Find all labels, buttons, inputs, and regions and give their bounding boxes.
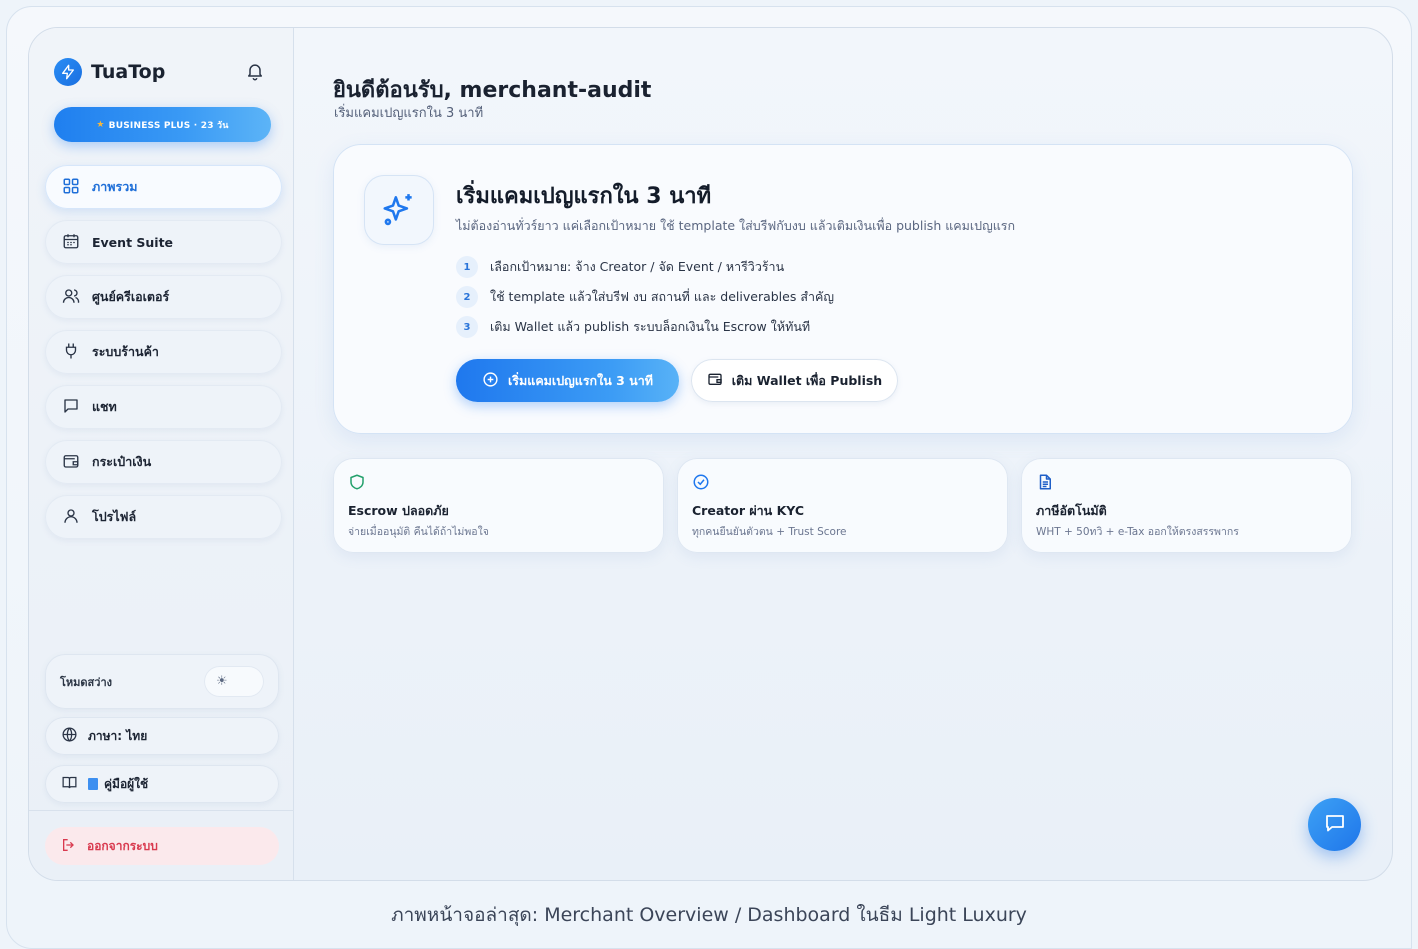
language-selector[interactable]: ภาษา: ไทย: [45, 717, 279, 755]
start-campaign-label: เริ่มแคมเปญแรกใน 3 นาที: [508, 372, 653, 388]
users-icon: [62, 287, 80, 308]
onboarding-card: เริ่มแคมเปญแรกใน 3 นาที ไม่ต้องอ่านทั่วร…: [333, 144, 1353, 434]
sidebar-item-label: กระเป๋าเงิน: [92, 454, 152, 469]
topup-wallet-label: เติม Wallet เพื่อ Publish: [731, 372, 883, 388]
sidebar-item-profile[interactable]: โปรไฟล์: [45, 495, 282, 539]
sidebar-item-label: ศูนย์ครีเอเตอร์: [92, 289, 170, 304]
sidebar-item-wallet[interactable]: กระเป๋าเงิน: [45, 440, 282, 484]
globe-icon: [61, 726, 78, 746]
step-item: 3 เติม Wallet แล้ว publish ระบบล็อกเงินใ…: [456, 312, 834, 342]
sun-icon[interactable]: ☀: [204, 666, 264, 697]
step-text: เติม Wallet แล้ว publish ระบบล็อกเงินใน …: [490, 319, 811, 334]
onboarding-description: ไม่ต้องอ่านทั่วร์ยาว แค่เลือกเป้าหมาย ใช…: [456, 218, 1016, 233]
sidebar-item-overview[interactable]: ภาพรวม: [45, 165, 282, 209]
sidebar-item-event-suite[interactable]: Event Suite: [45, 220, 282, 264]
blue-book-icon: [88, 778, 98, 790]
shield-icon: [348, 473, 366, 495]
bell-icon[interactable]: [245, 61, 265, 81]
plan-badge[interactable]: ★ BUSINESS PLUS · 23 วัน: [54, 107, 271, 142]
step-number: 3: [456, 316, 478, 338]
feature-card-kyc[interactable]: Creator ผ่าน KYC ทุกคนยืนยันตัวตน + Trus…: [677, 458, 1008, 553]
chat-fab-button[interactable]: [1308, 798, 1361, 851]
step-text: เลือกเป้าหมาย: จ้าง Creator / จัด Event …: [490, 259, 785, 274]
sidebar: TuaTop ★ BUSINESS PLUS · 23 วัน ภาพรวม E…: [29, 28, 294, 880]
chat-icon: [62, 397, 80, 418]
calendar-icon: [62, 232, 80, 253]
wallet-icon: [707, 371, 723, 390]
language-label: ภาษา: ไทย: [88, 728, 148, 743]
sidebar-item-label: Event Suite: [92, 234, 174, 250]
sidebar-item-label: ระบบร้านค้า: [92, 344, 159, 359]
wallet-icon: [62, 452, 80, 473]
theme-mode-toggle[interactable]: โหมดสว่าง ☀: [45, 654, 279, 709]
feature-title: ภาษีอัตโนมัติ: [1036, 503, 1107, 518]
feature-title: Creator ผ่าน KYC: [692, 503, 805, 518]
step-number: 2: [456, 286, 478, 308]
step-item: 2 ใช้ template แล้วใส่บรีฟ งบ สถานที่ แล…: [456, 282, 834, 312]
theme-mode-label: โหมดสว่าง: [60, 675, 112, 689]
sidebar-item-label: แชท: [92, 399, 117, 414]
grid-icon: [62, 177, 80, 198]
topup-wallet-button[interactable]: เติม Wallet เพื่อ Publish: [691, 359, 898, 402]
step-item: 1 เลือกเป้าหมาย: จ้าง Creator / จัด Even…: [456, 252, 834, 282]
app-window: TuaTop ★ BUSINESS PLUS · 23 วัน ภาพรวม E…: [28, 27, 1393, 881]
plug-icon: [62, 342, 80, 363]
feature-card-escrow[interactable]: Escrow ปลอดภัย จ่ายเมื่ออนุมัติ คืนได้ถ้…: [333, 458, 664, 553]
brand[interactable]: TuaTop: [54, 58, 165, 86]
brand-name: TuaTop: [91, 61, 166, 83]
feature-title: Escrow ปลอดภัย: [348, 503, 449, 518]
feature-card-tax[interactable]: ภาษีอัตโนมัติ WHT + 50ทวิ + e-Tax ออกให้…: [1021, 458, 1352, 553]
page-subtitle: เริ่มแคมเปญแรกใน 3 นาที: [334, 106, 484, 121]
star-icon: ★: [96, 119, 105, 130]
user-guide-label: คู่มือผู้ใช้: [104, 776, 149, 791]
user-icon: [62, 507, 80, 528]
plus-circle-icon: [482, 371, 499, 391]
sidebar-item-store-system[interactable]: ระบบร้านค้า: [45, 330, 282, 374]
logout-label: ออกจากระบบ: [87, 838, 158, 853]
badge-check-icon: [692, 473, 710, 495]
onboarding-steps: 1 เลือกเป้าหมาย: จ้าง Creator / จัด Even…: [456, 252, 834, 342]
user-guide-link[interactable]: คู่มือผู้ใช้: [45, 765, 279, 803]
book-icon: [61, 774, 78, 794]
logout-icon: [61, 837, 77, 856]
screenshot-caption: ภาพหน้าจอล่าสุด: Merchant Overview / Das…: [391, 904, 1027, 926]
feature-description: WHT + 50ทวิ + e-Tax ออกให้ตรงสรรพากร: [1036, 526, 1239, 538]
chat-icon: [1323, 811, 1347, 839]
logout-button[interactable]: ออกจากระบบ: [45, 827, 279, 865]
start-campaign-button[interactable]: เริ่มแคมเปญแรกใน 3 นาที: [456, 359, 679, 402]
step-number: 1: [456, 256, 478, 278]
document-icon: [1036, 473, 1054, 495]
feature-description: จ่ายเมื่ออนุมัติ คืนได้ถ้าไม่พอใจ: [348, 526, 489, 538]
sidebar-item-label: โปรไฟล์: [92, 509, 137, 524]
sidebar-divider: [29, 810, 294, 811]
sidebar-item-chat[interactable]: แชท: [45, 385, 282, 429]
feature-description: ทุกคนยืนยันตัวตน + Trust Score: [692, 526, 847, 538]
step-text: ใช้ template แล้วใส่บรีฟ งบ สถานที่ และ …: [490, 289, 834, 304]
onboarding-title: เริ่มแคมเปญแรกใน 3 นาที: [456, 184, 712, 209]
sidebar-nav: ภาพรวม Event Suite ศูนย์ครีเอเตอร์ ระบบร…: [45, 165, 282, 550]
sparkle-icon: [364, 175, 434, 245]
lightning-logo-icon: [54, 58, 82, 86]
sidebar-item-creator-center[interactable]: ศูนย์ครีเอเตอร์: [45, 275, 282, 319]
sidebar-item-label: ภาพรวม: [92, 179, 138, 194]
plan-badge-label: BUSINESS PLUS · 23 วัน: [108, 120, 229, 131]
